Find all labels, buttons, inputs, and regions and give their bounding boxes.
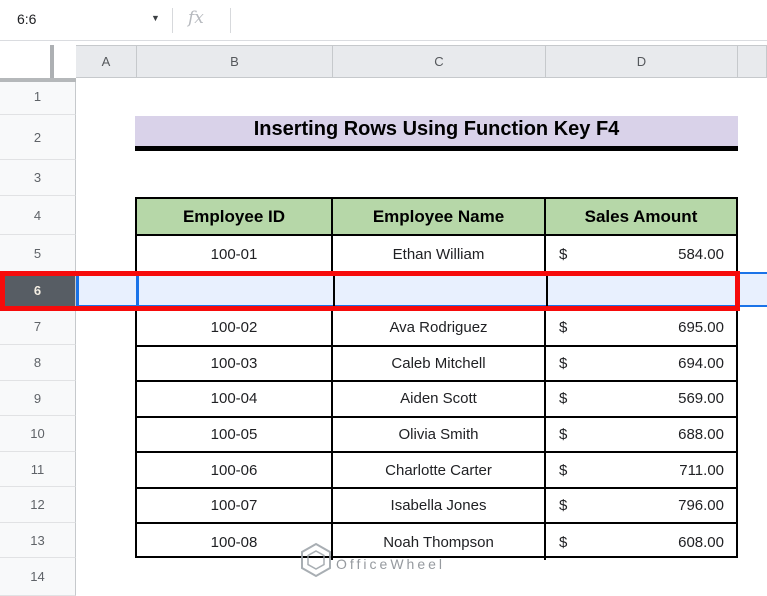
currency-symbol: $ — [559, 425, 568, 443]
table-row: 100-01 Ethan William $ 584.00 — [137, 236, 736, 273]
row-header-10[interactable]: 10 — [0, 416, 76, 452]
sales-amount-cell[interactable]: $ 608.00 — [546, 524, 736, 560]
column-header-partial[interactable] — [738, 45, 767, 78]
amount-value: 584.00 — [678, 246, 724, 263]
namebox-dropdown-icon[interactable]: ▼ — [151, 13, 160, 23]
employee-id-cell[interactable]: 100-04 — [137, 382, 333, 416]
freeze-divider-vertical[interactable] — [50, 45, 54, 82]
employee-name-cell[interactable]: Caleb Mitchell — [333, 346, 546, 381]
employee-name-cell[interactable]: Aiden Scott — [333, 382, 546, 416]
row-header-9[interactable]: 9 — [0, 381, 76, 416]
amount-value: 569.00 — [678, 390, 724, 408]
toolbar-divider — [172, 8, 173, 33]
fx-icon: fx — [188, 8, 204, 28]
table-header-row: Employee ID Employee Name Sales Amount — [137, 199, 736, 236]
employee-name-cell[interactable]: Olivia Smith — [333, 417, 546, 452]
toolbar-divider — [230, 8, 231, 33]
row-header-11[interactable]: 11 — [0, 452, 76, 487]
sales-amount-cell[interactable]: $ 688.00 — [546, 418, 736, 452]
watermark-text: OfficeWheel — [336, 556, 445, 572]
column-header-row: ABCD — [0, 45, 767, 78]
table-header-cell[interactable]: Employee ID — [137, 199, 333, 234]
employee-name-cell[interactable]: Ethan William — [333, 236, 546, 273]
currency-symbol: $ — [559, 533, 568, 551]
column-header-B[interactable]: B — [137, 45, 333, 78]
officewheel-logo-icon — [301, 542, 331, 578]
employee-id-cell[interactable]: 100-05 — [137, 417, 333, 452]
sales-amount-cell[interactable]: $ 711.00 — [546, 453, 736, 487]
table-row: 100-03 Caleb Mitchell $ 694.00 — [137, 346, 736, 383]
sales-amount-cell[interactable]: $ 694.00 — [546, 347, 736, 381]
amount-value: 796.00 — [678, 497, 724, 515]
column-header-C[interactable]: C — [333, 45, 546, 78]
column-header-D[interactable]: D — [546, 45, 738, 78]
employee-id-cell[interactable]: 100-01 — [137, 236, 333, 273]
name-box[interactable]: 6:6 — [17, 11, 36, 27]
table-row: 100-05 Olivia Smith $ 688.00 — [137, 417, 736, 454]
amount-value: 711.00 — [679, 461, 724, 479]
row-header-13[interactable]: 13 — [0, 523, 76, 558]
employee-id-cell[interactable]: 100-06 — [137, 453, 333, 487]
employee-id-cell[interactable]: 100-02 — [137, 311, 333, 345]
title-text: Inserting Rows Using Function Key F4 — [253, 117, 620, 140]
amount-value: 694.00 — [678, 354, 724, 372]
row-header-3[interactable]: 3 — [0, 160, 76, 196]
table-row: 100-02 Ava Rodriguez $ 695.00 — [137, 311, 736, 347]
amount-value: 695.00 — [678, 319, 724, 337]
amount-value: 608.00 — [678, 533, 724, 551]
currency-symbol: $ — [559, 354, 568, 372]
watermark: OfficeWheel — [300, 538, 500, 582]
table-header-cell[interactable]: Sales Amount — [546, 199, 736, 234]
sales-amount-cell[interactable]: $ 569.00 — [546, 382, 736, 416]
row-header-2[interactable]: 2 — [0, 115, 76, 160]
row-header-14[interactable]: 14 — [0, 558, 76, 596]
currency-symbol: $ — [559, 390, 568, 408]
currency-symbol: $ — [559, 497, 568, 515]
column-header-A[interactable]: A — [76, 45, 137, 78]
sales-amount-cell[interactable]: $ 695.00 — [546, 311, 736, 345]
table-row: 100-06 Charlotte Carter $ 711.00 — [137, 453, 736, 489]
table-header-cell[interactable]: Employee Name — [333, 199, 546, 234]
employee-name-cell[interactable]: Ava Rodriguez — [333, 311, 546, 345]
table-row: 100-04 Aiden Scott $ 569.00 — [137, 382, 736, 418]
row-header-7[interactable]: 7 — [0, 309, 76, 345]
currency-symbol: $ — [559, 319, 568, 337]
row-header-5[interactable]: 5 — [0, 235, 76, 273]
sales-amount-cell[interactable]: $ 584.00 — [546, 236, 736, 273]
row-header-1[interactable]: 1 — [0, 78, 76, 115]
amount-value: 688.00 — [678, 425, 724, 443]
title-banner-cell[interactable]: Inserting Rows Using Function Key F4 — [135, 116, 738, 151]
currency-symbol: $ — [559, 461, 568, 479]
employee-table-upper: Employee ID Employee Name Sales Amount 100… — [135, 197, 738, 273]
table-row: 100-07 Isabella Jones $ 796.00 — [137, 488, 736, 525]
employee-id-cell[interactable]: 100-03 — [137, 346, 333, 381]
employee-name-cell[interactable]: Charlotte Carter — [333, 453, 546, 487]
employee-id-cell[interactable]: 100-07 — [137, 488, 333, 523]
currency-symbol: $ — [559, 246, 568, 263]
row-header-4[interactable]: 4 — [0, 196, 76, 235]
employee-name-cell[interactable]: Isabella Jones — [333, 488, 546, 523]
employee-table-lower: 100-02 Ava Rodriguez $ 695.00 100-03 Cal… — [135, 309, 738, 560]
sales-amount-cell[interactable]: $ 796.00 — [546, 489, 736, 523]
row-header-8[interactable]: 8 — [0, 345, 76, 381]
inserted-row-annotation-box — [0, 271, 740, 311]
row-header-12[interactable]: 12 — [0, 487, 76, 523]
freeze-divider-horizontal[interactable] — [0, 78, 76, 82]
formula-toolbar: 6:6 ▼ fx — [0, 0, 767, 41]
